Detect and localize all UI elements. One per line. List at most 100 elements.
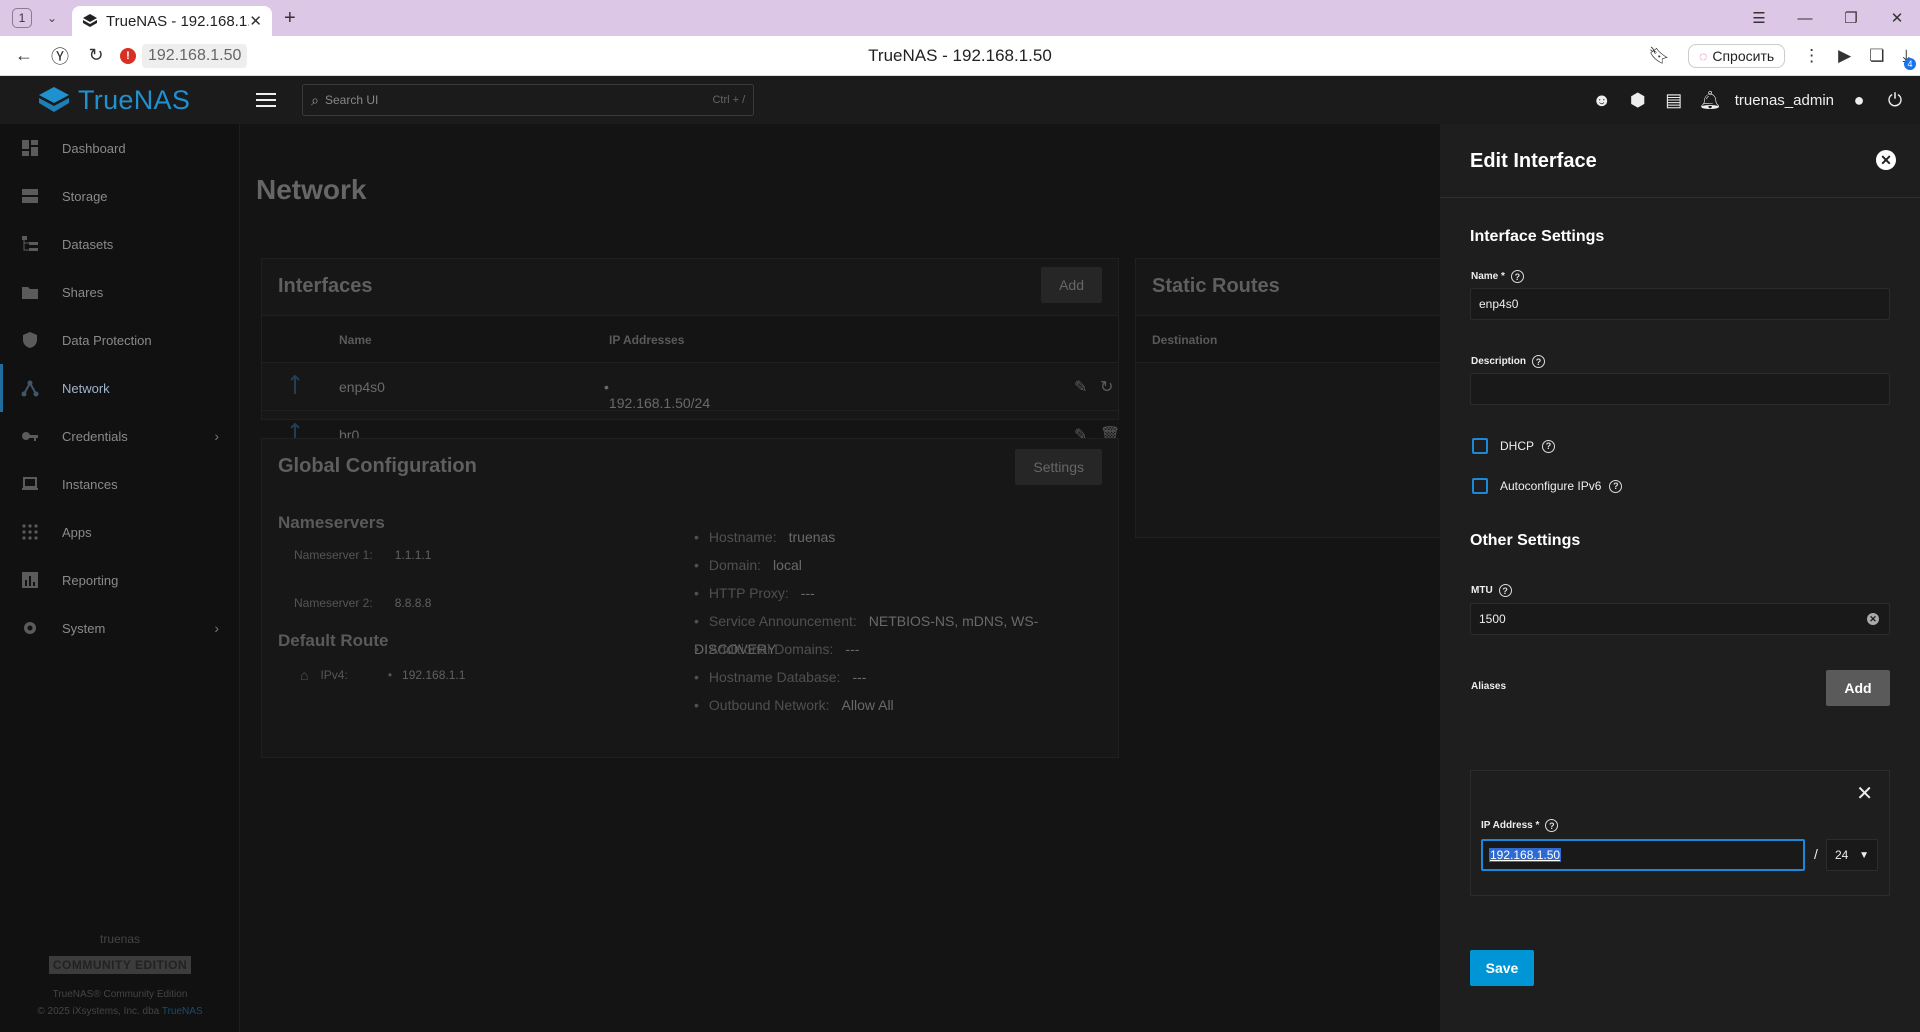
bookmark-icon[interactable]: 🔖︎ (1648, 46, 1670, 66)
search-input[interactable]: ⌕ Search UI Ctrl + / (302, 84, 755, 116)
mtu-field[interactable]: 1500 ✕ (1470, 603, 1890, 635)
table-row[interactable]: enp4s0 • 192.168.1.50/24 ✎ ↻ (262, 363, 1118, 411)
downloads-icon[interactable]: ⤓ 4 (1902, 46, 1916, 70)
help-icon[interactable]: ? (1609, 479, 1623, 493)
tab-title: TrueNAS - 192.168.1.50 (106, 12, 249, 30)
logo-text: TrueNAS (78, 84, 191, 115)
interface-name: enp4s0 (339, 379, 385, 395)
jobs-clipboard-icon[interactable]: ▤ (1663, 90, 1685, 111)
dhcp-checkbox[interactable] (1472, 438, 1488, 454)
nameservers-title: Nameservers (278, 513, 385, 532)
interface-settings-title: Interface Settings (1470, 228, 1605, 245)
network-icon (21, 380, 39, 397)
truenas-logo[interactable]: TrueNAS (38, 85, 190, 116)
sidebar-item-data-protection[interactable]: Data Protection (0, 316, 239, 364)
close-tab-icon[interactable]: ✕ (249, 12, 262, 30)
page-title: Network (256, 174, 367, 205)
restore-button[interactable]: ❐ (1828, 9, 1874, 27)
username[interactable]: truenas_admin (1735, 92, 1834, 109)
sidebar-item-instances[interactable]: Instances (0, 460, 239, 508)
minimize-button[interactable]: — (1782, 10, 1828, 27)
account-circle-icon[interactable]: ● (1848, 90, 1870, 111)
sidebar-item-shares[interactable]: Shares (0, 268, 239, 316)
help-icon[interactable]: ? (1542, 439, 1556, 453)
sidebar-item-apps[interactable]: Apps (0, 508, 239, 556)
chart-icon (22, 572, 38, 588)
sidebar-item-storage[interactable]: Storage (0, 172, 239, 220)
help-icon[interactable]: ? (1532, 355, 1546, 368)
copyright-line: © 2025 iXsystems, Inc. dba TrueNAS (0, 1003, 240, 1020)
reset-icon[interactable]: ↻ (1100, 377, 1113, 397)
shield-icon (23, 332, 37, 348)
remove-alias-icon[interactable]: ✕ (1856, 781, 1873, 806)
ask-button[interactable]: ◌ Спросить (1688, 43, 1786, 68)
back-button[interactable]: ← (6, 45, 42, 66)
interfaces-card: Interfaces Add Name IP Addresses enp4s0 … (261, 258, 1120, 444)
help-icon[interactable]: ? (1498, 584, 1512, 597)
address-bar: ← Ⓨ ↻ ! 192.168.1.50 TrueNAS - 192.168.1… (0, 36, 1920, 76)
add-alias-button[interactable]: Add (1826, 670, 1890, 706)
detail-label: Additional Domains: (708, 641, 834, 657)
help-icon[interactable]: ? (1545, 819, 1559, 832)
close-drawer-icon[interactable]: ✕ (1876, 150, 1896, 170)
sidebar-item-network[interactable]: Network (0, 364, 239, 412)
new-tab-button[interactable]: + (284, 7, 296, 30)
address-bar-actions: 🔖︎ ◌ Спросить ⋮ ▶︎ ❏ ⤓ 4 (1648, 43, 1916, 70)
url-field[interactable]: 192.168.1.50 (142, 43, 248, 68)
help-icon[interactable]: ? (1510, 270, 1524, 283)
notifications-bell-icon[interactable]: 🔔︎ (1699, 90, 1722, 111)
feedback-smiley-icon[interactable]: ☻ (1591, 90, 1613, 111)
description-field[interactable] (1470, 373, 1890, 405)
media-play-icon[interactable]: ▶︎ (1838, 46, 1851, 66)
nameserver-2-label: Nameserver 2: (294, 596, 373, 610)
truecommand-icon[interactable]: ⬢ (1627, 90, 1649, 111)
add-interface-button[interactable]: Add (1041, 267, 1102, 303)
edit-pencil-icon[interactable]: ✎ (1074, 377, 1087, 397)
storage-icon (22, 189, 38, 203)
search-placeholder: Search UI (324, 93, 379, 107)
save-button[interactable]: Save (1470, 950, 1534, 986)
tab-count-button[interactable]: 1 (12, 8, 32, 28)
edition-badge: COMMUNITY EDITION (48, 956, 192, 974)
nameserver-2: Nameserver 2: 8.8.8.8 (294, 596, 431, 610)
chevron-down-icon[interactable]: ⌄ (44, 11, 60, 25)
sidebar-item-datasets[interactable]: Datasets (0, 220, 239, 268)
sidebar-item-dashboard[interactable]: Dashboard (0, 124, 239, 172)
more-menu-icon[interactable]: ⋮ (1803, 46, 1820, 66)
key-icon (22, 432, 38, 441)
autoconfigure-ipv6-checkbox[interactable] (1472, 478, 1488, 494)
sidebar-item-credentials[interactable]: Credentials › (0, 412, 239, 460)
sidebar-item-label: Network (62, 380, 110, 396)
search-icon: ⌕ (311, 91, 319, 108)
truenas-link[interactable]: TrueNAS (162, 1006, 203, 1017)
aliases-label-text: Aliases (1471, 681, 1507, 692)
clear-icon[interactable]: ✕ (1867, 613, 1879, 625)
sidebar-item-label: Data Protection (62, 332, 152, 348)
tab-menu-icon[interactable]: ☰ (1736, 9, 1782, 27)
ip-address-value: 192.168.1.50 (1489, 848, 1562, 862)
apps-grid-icon (22, 524, 38, 540)
sidebar-item-reporting[interactable]: Reporting (0, 556, 239, 604)
interfaces-title: Interfaces (278, 275, 373, 297)
sidebar-item-system[interactable]: System › (0, 604, 239, 652)
reload-button[interactable]: ↻ (78, 45, 114, 66)
netmask-select[interactable]: 24 ▼ (1826, 839, 1878, 871)
nameserver-1-label: Nameserver 1: (294, 548, 373, 562)
sidebar-footer: truenas COMMUNITY EDITION TrueNAS® Communi… (0, 932, 240, 1032)
top-bar: TrueNAS ⌕ Search UI Ctrl + / ☻ ⬢ ▤ 🔔︎ tr… (0, 76, 1920, 124)
close-window-button[interactable]: ✕ (1874, 9, 1920, 27)
power-icon[interactable]: ⏻ (1884, 90, 1906, 111)
detail-item: Hostname Database: --- (694, 663, 1118, 691)
detail-label: HTTP Proxy: (708, 585, 789, 601)
drawer-title: Edit Interface (1470, 150, 1597, 172)
settings-button[interactable]: Settings (1015, 449, 1102, 485)
browser-tab[interactable]: TrueNAS - 192.168.1.50 ✕ (72, 6, 272, 36)
detail-item: Hostname: truenas (694, 523, 1118, 551)
security-warning-icon[interactable]: ! (120, 47, 136, 64)
collections-icon[interactable]: ❏ (1869, 46, 1884, 66)
yandex-icon[interactable]: Ⓨ (42, 43, 78, 69)
ip-address-input[interactable]: 192.168.1.50 (1481, 839, 1805, 871)
name-field[interactable]: enp4s0 (1470, 288, 1890, 320)
alias-entry: ✕ IP Address *? 192.168.1.50 / 24 ▼ (1470, 770, 1890, 896)
hamburger-menu-icon[interactable] (256, 93, 277, 107)
